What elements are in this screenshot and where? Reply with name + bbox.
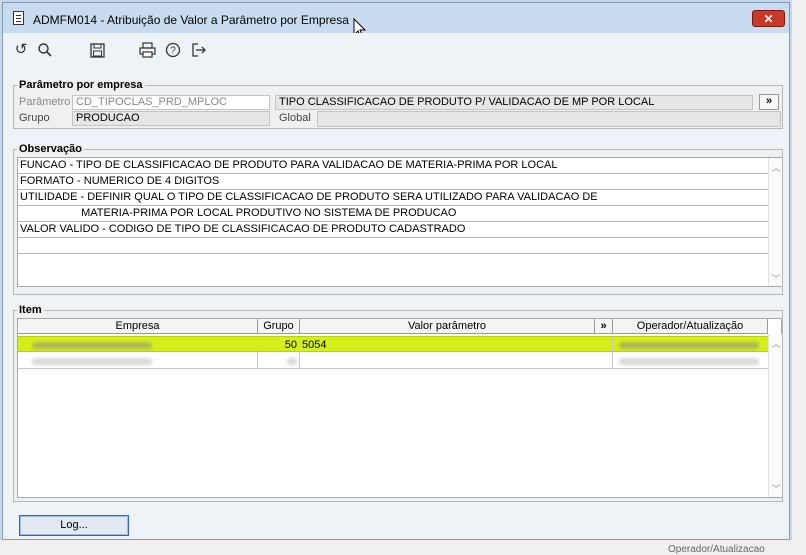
observacao-line xyxy=(18,238,768,254)
observacao-line: FUNCAO - TIPO DE CLASSIFICACAO DE PRODUT… xyxy=(18,158,768,174)
svg-text:?: ? xyxy=(170,46,176,57)
search-icon[interactable] xyxy=(35,41,55,59)
observacao-scrollbar[interactable]: ︿ ﹀ xyxy=(768,158,782,286)
parametro-code-field[interactable]: CD_TIPOCLAS_PRD_MPLOC xyxy=(72,95,270,110)
item-grid: Empresa Grupo Valor parâmetro » Operador… xyxy=(17,318,782,498)
grupo-label: Grupo xyxy=(19,112,50,124)
parametro-legend: Parâmetro por empresa xyxy=(17,79,145,91)
table-row[interactable] xyxy=(18,353,768,369)
window-title: ADMFM014 - Atribuição de Valor a Parâmet… xyxy=(33,13,349,27)
item-legend: Item xyxy=(17,304,44,316)
close-button[interactable]: ✕ xyxy=(752,10,785,27)
column-header-operador[interactable]: Operador/Atualização xyxy=(613,319,768,333)
column-header-expand[interactable]: » xyxy=(595,319,613,333)
scroll-down-icon[interactable]: ﹀ xyxy=(769,482,783,495)
table-row-selected[interactable]: 50 5054 xyxy=(18,336,768,353)
scroll-up-icon[interactable]: ︿ xyxy=(769,337,783,350)
item-scrollbar[interactable]: ︿ ﹀ xyxy=(768,334,782,497)
scroll-up-icon[interactable]: ︿ xyxy=(769,161,783,174)
global-field xyxy=(317,111,781,127)
background-window-edge xyxy=(792,0,806,555)
observacao-line: MATERIA-PRIMA POR LOCAL PRODUTIVO NO SIS… xyxy=(18,206,768,222)
cell-empresa xyxy=(18,337,258,353)
cell-grupo: 50 xyxy=(258,337,300,353)
background-column-label: Operador/Atualizacao xyxy=(668,544,765,555)
document-icon xyxy=(13,11,24,25)
grupo-field: PRODUCAO xyxy=(72,111,270,126)
title-bar[interactable]: ADMFM014 - Atribuição de Valor a Parâmet… xyxy=(3,3,789,39)
cell-empresa xyxy=(18,353,258,369)
cell-valor[interactable] xyxy=(300,353,613,369)
exit-icon[interactable] xyxy=(189,41,209,59)
print-icon[interactable] xyxy=(137,41,157,59)
undo-icon[interactable]: ↺ xyxy=(11,41,31,59)
cell-operador xyxy=(613,353,768,369)
cell-grupo xyxy=(258,353,300,369)
parametro-expand-button[interactable]: » xyxy=(759,94,779,110)
scroll-down-icon[interactable]: ﹀ xyxy=(769,272,783,285)
observacao-textarea[interactable]: FUNCAO - TIPO DE CLASSIFICACAO DE PRODUT… xyxy=(17,157,782,287)
column-header-valor[interactable]: Valor parâmetro xyxy=(300,319,595,333)
column-header-grupo[interactable]: Grupo xyxy=(258,319,300,333)
toolbar: ↺ ? xyxy=(3,33,789,67)
observacao-line: FORMATO - NUMERICO DE 4 DIGITOS xyxy=(18,174,768,190)
cell-valor[interactable]: 5054 xyxy=(300,337,613,353)
cell-operador xyxy=(613,337,768,353)
observacao-legend: Observação xyxy=(17,143,84,155)
dialog-window: ADMFM014 - Atribuição de Valor a Parâmet… xyxy=(2,2,790,540)
parametro-description-field: TIPO CLASSIFICACAO DE PRODUTO P/ VALIDAC… xyxy=(275,95,753,110)
global-label: Global xyxy=(279,112,311,124)
column-header-empresa[interactable]: Empresa xyxy=(18,319,258,333)
log-button[interactable]: Log... xyxy=(19,515,129,536)
grid-header: Empresa Grupo Valor parâmetro » Operador… xyxy=(18,319,768,334)
observacao-line: UTILIDADE - DEFINIR QUAL O TIPO DE CLASS… xyxy=(18,190,768,206)
help-icon[interactable]: ? xyxy=(163,41,183,59)
save-icon[interactable] xyxy=(87,41,107,59)
observacao-line: VALOR VALIDO - CODIGO DE TIPO DE CLASSIF… xyxy=(18,222,768,238)
parametro-label: Parâmetro xyxy=(19,96,71,108)
